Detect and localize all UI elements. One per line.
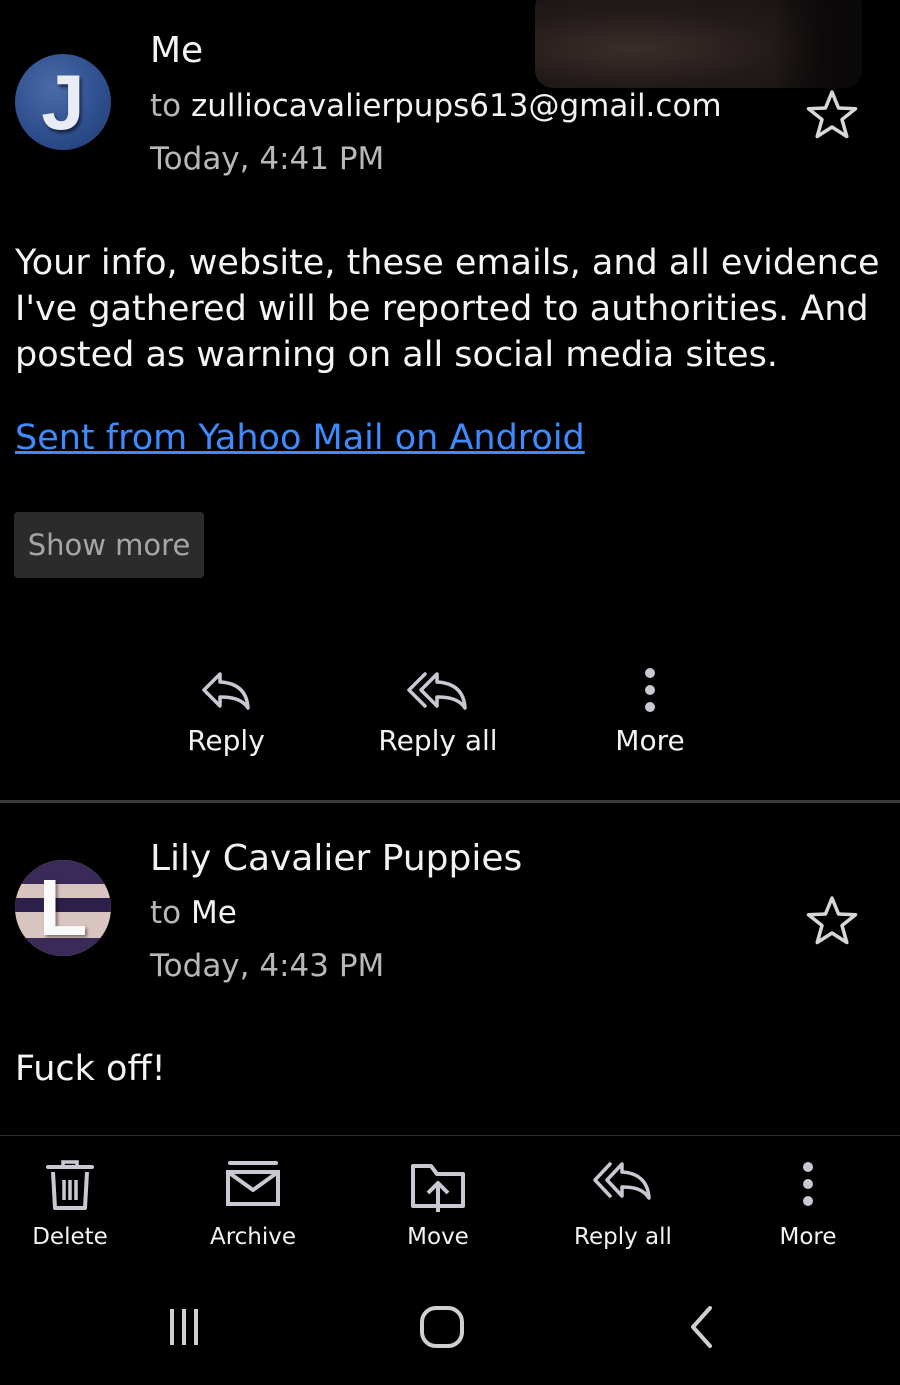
- reply-all-label: Reply all: [574, 1224, 672, 1250]
- recipient-line: to zulliocavalierpups613@gmail.com: [150, 88, 722, 124]
- reply-label: Reply: [187, 724, 265, 757]
- home-icon: [420, 1306, 464, 1348]
- recipient-address[interactable]: zulliocavalierpups613@gmail.com: [191, 88, 722, 124]
- recents-button[interactable]: [144, 1297, 224, 1357]
- video-preview-overlay[interactable]: [535, 0, 862, 88]
- avatar-letter: L: [38, 863, 88, 952]
- video-preview-shadow: [772, 0, 862, 88]
- more-button[interactable]: More: [738, 1156, 878, 1261]
- recipient-line: to Me: [150, 895, 237, 931]
- reply-all-icon: [407, 672, 467, 710]
- star-icon[interactable]: [802, 86, 862, 146]
- sender-name: Lily Cavalier Puppies: [150, 838, 523, 879]
- signature-link[interactable]: Sent from Yahoo Mail on Android: [15, 418, 585, 458]
- recents-icon: [170, 1309, 198, 1345]
- move-label: Move: [407, 1224, 469, 1250]
- back-button[interactable]: [662, 1297, 742, 1357]
- show-more-button[interactable]: Show more: [14, 512, 204, 578]
- move-icon: [411, 1164, 465, 1212]
- archive-button[interactable]: Archive: [183, 1156, 323, 1261]
- reply-all-label: Reply all: [378, 724, 498, 757]
- message-divider: [0, 800, 900, 803]
- more-button[interactable]: More: [570, 662, 730, 772]
- message-body: Fuck off!: [15, 1049, 166, 1089]
- archive-label: Archive: [209, 1224, 297, 1250]
- archive-icon: [226, 1161, 280, 1206]
- more-label: More: [779, 1224, 837, 1250]
- back-chevron-icon: [691, 1306, 712, 1348]
- star-icon[interactable]: [802, 892, 862, 952]
- reply-all-icon: [593, 1162, 651, 1200]
- to-prefix: to: [150, 895, 182, 931]
- system-nav-bar: [0, 1269, 900, 1385]
- more-vertical-icon: [803, 1162, 813, 1206]
- message-toolbar: Delete Archive Move Reply all More: [0, 1135, 900, 1270]
- sender-avatar[interactable]: J: [15, 54, 111, 150]
- trash-icon: [46, 1160, 94, 1210]
- to-prefix: to: [150, 88, 182, 124]
- sender-avatar[interactable]: L: [15, 860, 111, 956]
- message-body: Your info, website, these emails, and al…: [15, 243, 880, 375]
- reply-icon: [202, 672, 250, 710]
- more-vertical-icon: [645, 668, 655, 712]
- delete-label: Delete: [32, 1224, 108, 1250]
- sender-name: Me: [150, 30, 204, 71]
- delete-button[interactable]: Delete: [0, 1156, 140, 1261]
- avatar-letter: J: [41, 58, 85, 146]
- recipient-address[interactable]: Me: [191, 895, 237, 931]
- move-button[interactable]: Move: [368, 1156, 508, 1261]
- home-button[interactable]: [402, 1297, 482, 1357]
- reply-all-button[interactable]: Reply all: [553, 1156, 693, 1261]
- message-date: Today, 4:41 PM: [150, 141, 385, 177]
- more-label: More: [615, 724, 685, 757]
- message-date: Today, 4:43 PM: [150, 948, 385, 984]
- reply-button[interactable]: Reply: [146, 662, 306, 772]
- reply-all-button[interactable]: Reply all: [358, 662, 518, 772]
